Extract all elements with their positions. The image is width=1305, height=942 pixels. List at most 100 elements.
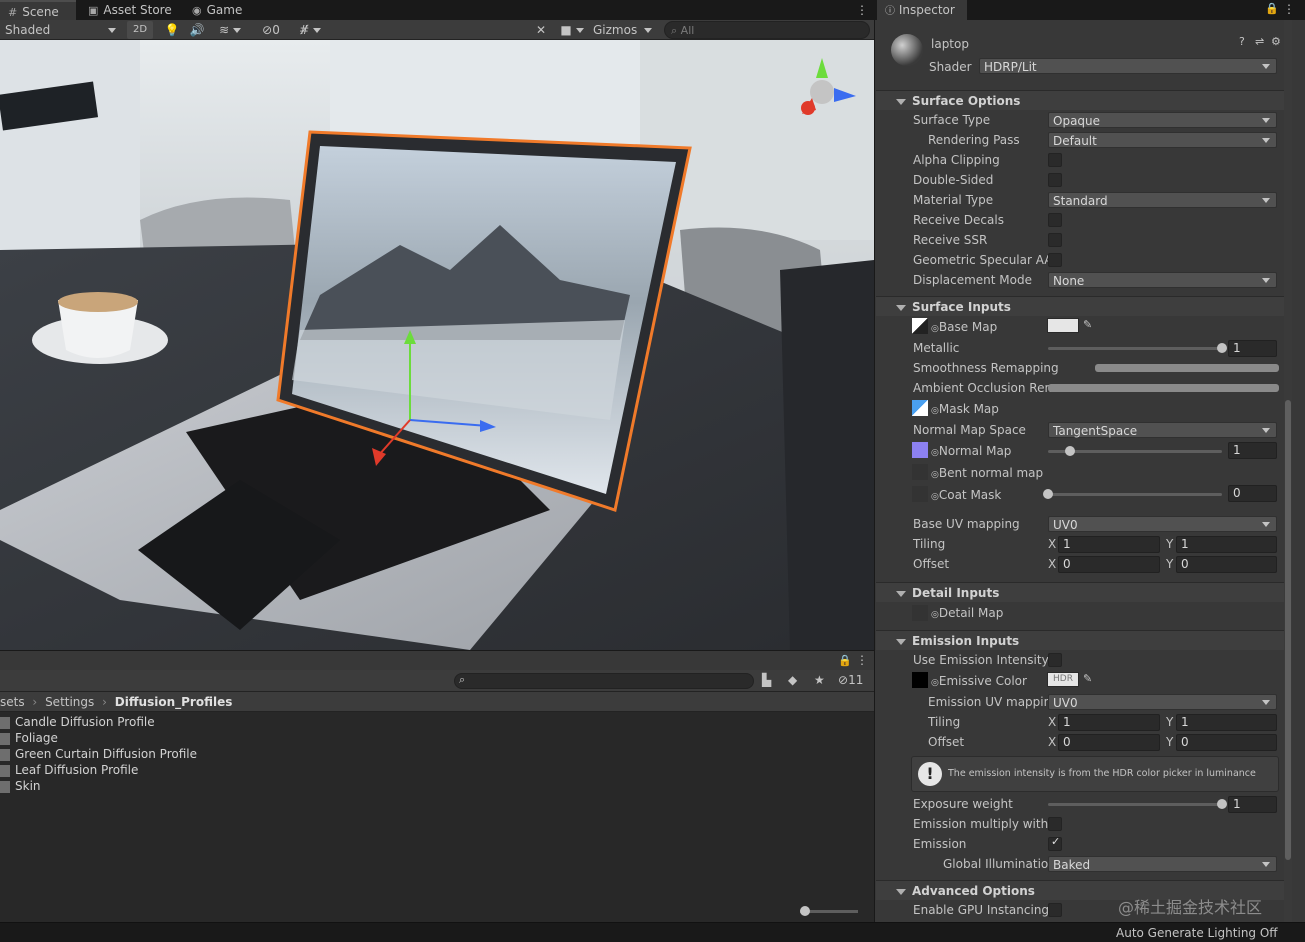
emission-offset-x-field[interactable]: 0 — [1058, 734, 1160, 751]
effects-dropdown-icon[interactable]: ≋ — [212, 21, 248, 39]
audio-toggle-icon[interactable]: 🔊 — [186, 21, 208, 39]
exposure-weight-slider-knob[interactable] — [1217, 799, 1227, 809]
tiling-y-field[interactable]: 1 — [1176, 536, 1277, 553]
scrollbar-thumb[interactable] — [1285, 400, 1291, 860]
ao-range-slider[interactable] — [1048, 384, 1279, 392]
hidden-packages-toggle[interactable]: ⊘11 — [838, 673, 863, 687]
breadcrumb-item-assets[interactable]: sets — [0, 695, 25, 709]
icon-size-slider-knob[interactable] — [800, 906, 810, 916]
receive-decals-checkbox[interactable] — [1048, 213, 1062, 227]
dropdown-value: None — [1053, 274, 1085, 288]
filter-by-type-icon[interactable]: ▙ — [762, 673, 771, 687]
normal-map-field[interactable]: 1 — [1228, 442, 1277, 459]
breadcrumb-item-settings[interactable]: Settings — [45, 695, 94, 709]
eyedropper-icon[interactable]: ✎ — [1083, 672, 1092, 685]
bent-normal-map-texture-slot[interactable] — [912, 464, 928, 480]
base-color-swatch[interactable] — [1047, 318, 1079, 333]
favorites-icon[interactable]: ★ — [814, 673, 825, 687]
metallic-slider-knob[interactable] — [1217, 343, 1227, 353]
tab-asset-store[interactable]: ▣ Asset Store — [80, 0, 180, 20]
section-surface-options[interactable]: Surface Options — [876, 90, 1286, 110]
coat-mask-texture-slot[interactable] — [912, 486, 928, 502]
surface-type-dropdown[interactable]: Opaque — [1048, 112, 1277, 128]
camera-dropdown-icon[interactable]: ■ — [556, 21, 588, 39]
panel-menu-icon[interactable]: ⋮ — [856, 653, 868, 667]
help-text: The emission intensity is from the HDR c… — [948, 768, 1256, 779]
icon-size-slider[interactable] — [800, 906, 858, 916]
receive-ssr-checkbox[interactable] — [1048, 233, 1062, 247]
base-uv-mapping-dropdown[interactable]: UV0 — [1048, 516, 1277, 532]
offset-x-field[interactable]: 0 — [1058, 556, 1160, 573]
shading-mode-dropdown[interactable]: Shaded — [2, 21, 120, 39]
lock-icon[interactable]: 🔒 — [1265, 2, 1279, 15]
enable-gpu-instancing-checkbox[interactable] — [1048, 903, 1062, 917]
smoothness-range-slider[interactable] — [1095, 364, 1279, 372]
exposure-weight-field[interactable]: 1 — [1228, 796, 1277, 813]
scene-search-input[interactable]: ⌕ All — [664, 21, 870, 39]
emission-tiling-x-field[interactable]: 1 — [1058, 714, 1160, 731]
use-emission-intensity-checkbox[interactable] — [1048, 653, 1062, 667]
project-hidden-count: 11 — [848, 673, 864, 687]
coat-mask-field[interactable]: 0 — [1228, 485, 1277, 502]
list-item[interactable]: Green Curtain Diffusion Profile — [0, 746, 197, 762]
gear-icon[interactable]: ⚙ — [1271, 32, 1281, 52]
section-detail-inputs[interactable]: Detail Inputs — [876, 582, 1286, 602]
grid-dropdown-icon[interactable]: #̸ — [290, 21, 330, 39]
displacement-mode-dropdown[interactable]: None — [1048, 272, 1277, 288]
emission-uv-mapping-dropdown[interactable]: UV0 — [1048, 694, 1277, 710]
emission-offset-y-field[interactable]: 0 — [1176, 734, 1277, 751]
emissive-texture-slot[interactable] — [912, 672, 928, 688]
emission-checkbox[interactable] — [1048, 835, 1062, 851]
tiling-x-field[interactable]: 1 — [1058, 536, 1160, 553]
list-item[interactable]: Foliage — [0, 730, 58, 746]
global-illumination-dropdown[interactable]: Baked — [1048, 856, 1277, 872]
project-search-input[interactable]: ⌕ — [454, 673, 754, 689]
tools-icon[interactable]: ✕ — [530, 21, 552, 39]
tab-scene[interactable]: # Scene — [0, 0, 76, 20]
help-icon[interactable]: ? — [1239, 32, 1245, 52]
geometric-specular-aa-checkbox[interactable] — [1048, 253, 1062, 267]
metallic-field[interactable]: 1 — [1228, 340, 1277, 357]
lighting-toggle-icon[interactable]: 💡 — [162, 21, 182, 39]
shader-dropdown[interactable]: HDRP/Lit — [979, 58, 1277, 74]
mask-map-texture-slot[interactable] — [912, 400, 928, 416]
chevron-down-icon — [1262, 862, 1270, 867]
detail-map-texture-slot[interactable] — [912, 605, 928, 621]
filter-by-label-icon[interactable]: ◆ — [788, 673, 797, 687]
offset-y-field[interactable]: 0 — [1176, 556, 1277, 573]
base-map-texture-slot[interactable] — [912, 318, 928, 334]
lock-icon[interactable]: 🔒 — [838, 654, 852, 667]
rendering-pass-dropdown[interactable]: Default — [1048, 132, 1277, 148]
panel-menu-icon[interactable]: ⋮ — [1283, 2, 1295, 16]
emissive-color-swatch[interactable]: HDR — [1047, 672, 1079, 687]
tab-inspector[interactable]: ⓘ Inspector — [877, 0, 967, 20]
presets-icon[interactable]: ⇌ — [1255, 32, 1264, 52]
coat-mask-slider-knob[interactable] — [1043, 489, 1053, 499]
list-item[interactable]: Candle Diffusion Profile — [0, 714, 155, 730]
exposure-weight-slider[interactable] — [1048, 803, 1222, 806]
eyedropper-icon[interactable]: ✎ — [1083, 318, 1092, 331]
metallic-slider[interactable] — [1048, 347, 1222, 350]
list-item[interactable]: Leaf Diffusion Profile — [0, 762, 138, 778]
2d-toggle-button[interactable]: 2D — [127, 21, 153, 39]
section-emission-inputs[interactable]: Emission Inputs — [876, 630, 1286, 650]
list-item[interactable]: Skin — [0, 778, 41, 794]
emission-tiling-y-field[interactable]: 1 — [1176, 714, 1277, 731]
tab-menu-icon[interactable]: ⋮ — [852, 0, 870, 20]
inspector-scrollbar[interactable] — [1284, 20, 1292, 922]
scene-viewport[interactable] — [0, 40, 874, 650]
material-type-dropdown[interactable]: Standard — [1048, 192, 1277, 208]
section-surface-inputs[interactable]: Surface Inputs — [876, 296, 1286, 316]
normal-map-texture-slot[interactable] — [912, 442, 928, 458]
normal-map-slider-knob[interactable] — [1064, 446, 1075, 456]
y-label: Y — [1166, 557, 1174, 571]
tab-game[interactable]: ◉ Game — [184, 0, 254, 20]
emission-multiply-checkbox[interactable] — [1048, 817, 1062, 831]
coat-mask-slider[interactable] — [1048, 493, 1222, 496]
alpha-clipping-checkbox[interactable] — [1048, 153, 1062, 167]
normal-map-space-dropdown[interactable]: TangentSpace — [1048, 422, 1277, 438]
gizmos-dropdown[interactable]: Gizmos — [590, 21, 656, 39]
hidden-objects-toggle[interactable]: ⊘0 — [256, 21, 286, 39]
breadcrumb-item-current[interactable]: Diffusion_Profiles — [115, 695, 233, 709]
double-sided-checkbox[interactable] — [1048, 173, 1062, 187]
